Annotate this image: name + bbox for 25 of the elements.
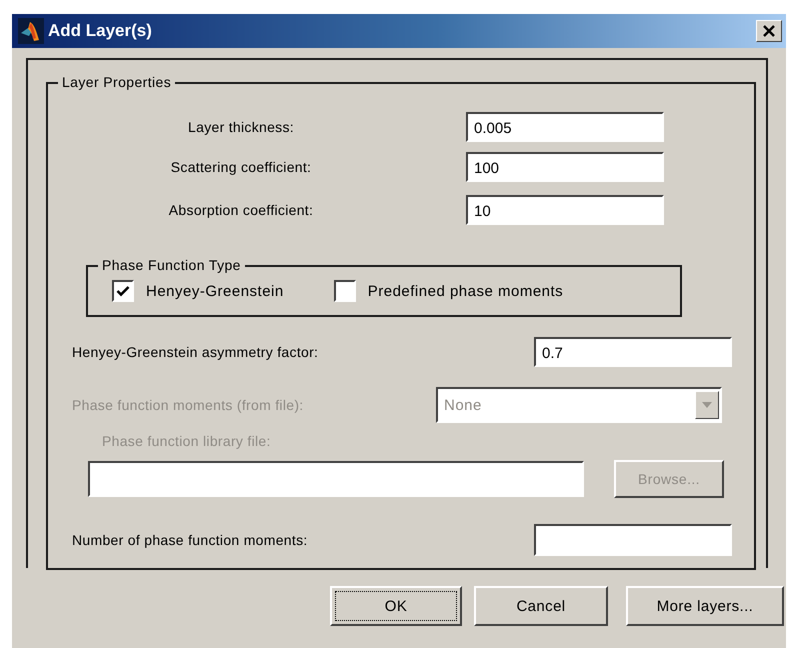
field-label: Layer thickness: <box>187 119 295 135</box>
app-icon <box>18 18 44 44</box>
close-icon[interactable] <box>762 25 776 37</box>
dialog-button[interactable]: More layers... <box>626 586 784 626</box>
checkbox-label: Henyey-Greenstein <box>146 282 284 300</box>
checkbox-label: Predefined phase moments <box>368 282 564 300</box>
input-field[interactable]: 0.005 <box>466 112 664 142</box>
field-label: Scattering coefficient: <box>170 159 312 175</box>
field-label: Number of phase function moments: <box>72 532 309 548</box>
checkbox[interactable] <box>334 280 356 302</box>
input-field[interactable]: 10 <box>466 195 664 225</box>
field-label: Phase function library file: <box>102 432 271 450</box>
field-label: Henyey-Greenstein asymmetry factor: <box>72 344 320 360</box>
dialog-button[interactable]: OK <box>330 586 462 626</box>
input-field[interactable] <box>534 524 732 556</box>
field-label: Absorption coefficient: <box>168 202 314 218</box>
checkmark-icon <box>116 285 130 297</box>
window-title: Add Layer(s) <box>48 21 153 41</box>
input-field[interactable] <box>88 461 584 497</box>
input-field[interactable]: 0.7 <box>534 337 732 367</box>
dialog-button[interactable]: Cancel <box>474 586 608 626</box>
input-field[interactable]: 100 <box>466 152 664 182</box>
close-button[interactable] <box>756 20 782 42</box>
checkbox[interactable] <box>112 280 134 302</box>
field-label: Phase function moments (from file): <box>72 397 304 413</box>
